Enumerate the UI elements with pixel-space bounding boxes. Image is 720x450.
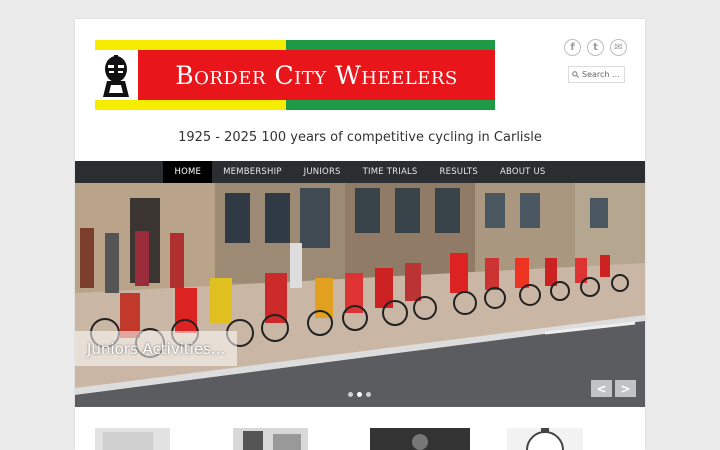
social-links: f t ✉ bbox=[564, 39, 627, 56]
feature-thumbnail[interactable] bbox=[233, 428, 308, 450]
knight-helmet-icon bbox=[103, 55, 129, 97]
nav-item-results[interactable]: RESULTS bbox=[429, 161, 489, 183]
slide-caption[interactable]: Juniors Activities... bbox=[75, 331, 238, 366]
email-icon[interactable]: ✉ bbox=[610, 39, 627, 56]
page-container: Border City Wheelers f t ✉ Search ... 19… bbox=[75, 19, 645, 450]
slider-next-button[interactable]: > bbox=[615, 380, 636, 397]
slider-dot-active[interactable] bbox=[357, 392, 362, 397]
nav-item-home[interactable]: HOME bbox=[163, 161, 213, 183]
twitter-icon[interactable]: t bbox=[587, 39, 604, 56]
slider-dot[interactable] bbox=[348, 392, 353, 397]
slider-pagination bbox=[348, 392, 371, 397]
logo-stripe bbox=[95, 100, 286, 110]
site-logo[interactable]: Border City Wheelers bbox=[95, 40, 495, 110]
thumbnail-image bbox=[95, 428, 170, 450]
thumbnail-image bbox=[233, 428, 308, 450]
feature-thumbnail[interactable] bbox=[95, 428, 170, 450]
nav-item-time-trials[interactable]: TIME TRIALS bbox=[352, 161, 429, 183]
logo-stripe bbox=[286, 40, 495, 50]
site-tagline: 1925 - 2025 100 years of competitive cyc… bbox=[178, 130, 542, 145]
image-slider[interactable]: Juniors Activities... < > bbox=[75, 183, 645, 407]
search-icon bbox=[572, 71, 579, 78]
nav-item-membership[interactable]: MEMBERSHIP bbox=[212, 161, 293, 183]
logo-stripe bbox=[95, 40, 286, 50]
site-title: Border City Wheelers bbox=[175, 60, 458, 90]
stopwatch-icon bbox=[507, 428, 583, 450]
main-navigation: HOME MEMBERSHIP JUNIORS TIME TRIALS RESU… bbox=[75, 161, 645, 183]
feature-thumbnail[interactable] bbox=[370, 428, 470, 450]
thumbnail-image bbox=[370, 428, 470, 450]
facebook-icon[interactable]: f bbox=[564, 39, 581, 56]
slider-prev-button[interactable]: < bbox=[591, 380, 612, 397]
logo-stripe bbox=[286, 100, 495, 110]
nav-item-about-us[interactable]: ABOUT US bbox=[489, 161, 557, 183]
search-placeholder: Search ... bbox=[582, 70, 620, 79]
feature-thumbnail[interactable] bbox=[507, 428, 583, 450]
slider-dot[interactable] bbox=[366, 392, 371, 397]
search-input[interactable]: Search ... bbox=[568, 66, 625, 83]
slide-image bbox=[75, 183, 645, 407]
nav-item-juniors[interactable]: JUNIORS bbox=[293, 161, 352, 183]
